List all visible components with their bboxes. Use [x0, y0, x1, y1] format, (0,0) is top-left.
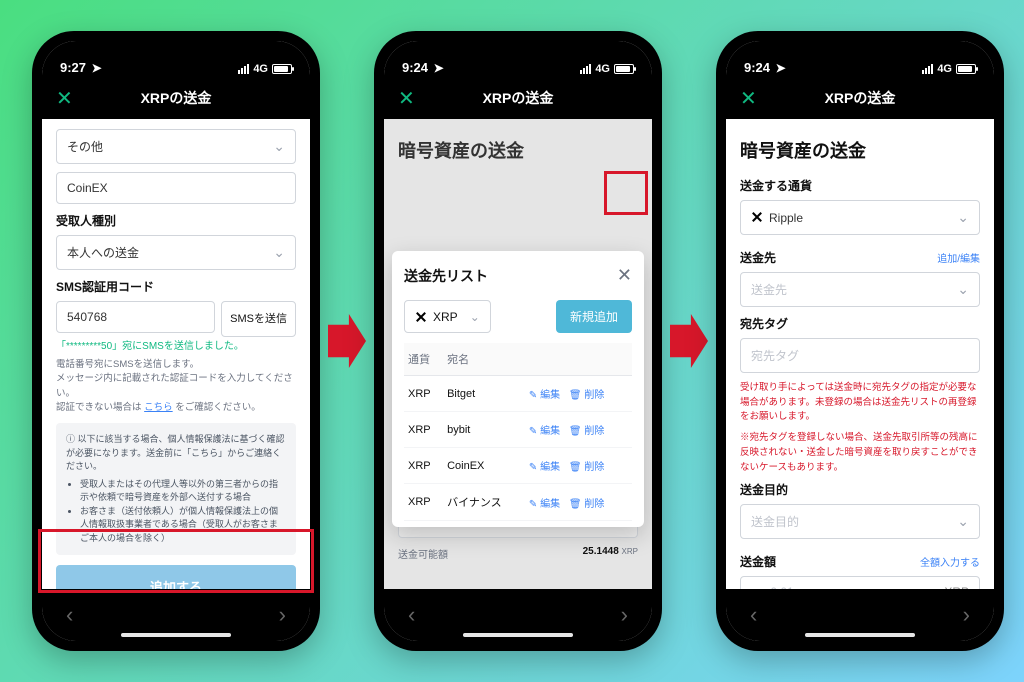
tutorial-stage: 9:27 ➤ 4G ✕ XRPの送金 その他 CoinEX 受取人種別 本人への… — [0, 0, 1024, 682]
nav-bar: ✕ XRPの送金 — [42, 77, 310, 119]
back-icon[interactable]: ‹ — [750, 602, 757, 628]
signal-icon — [238, 64, 249, 74]
sms-label: SMS認証用コード — [56, 278, 296, 295]
available-label: 送金可能額 — [398, 546, 448, 561]
close-icon[interactable]: ✕ — [398, 86, 415, 111]
fill-all-link[interactable]: 全額入力する — [920, 554, 980, 569]
currency-select[interactable]: Ripple — [740, 200, 980, 235]
table-row[interactable]: XRPBitget✎ 編集 🗑 削除 — [404, 376, 632, 412]
exchange-input[interactable]: CoinEX — [56, 172, 296, 204]
table-row[interactable]: XRPCoinEX✎ 編集 🗑 削除 — [404, 448, 632, 484]
currency-filter[interactable]: XRP — [404, 300, 491, 333]
delete-link[interactable]: 🗑 削除 — [569, 499, 604, 510]
amount-label: 送金額 — [740, 553, 776, 570]
modal-close-icon[interactable]: ✕ — [617, 265, 632, 286]
sms-code-input[interactable]: 540768 — [56, 301, 215, 333]
col-name: 宛名 — [443, 343, 523, 376]
recipient-label: 受取人種別 — [56, 212, 296, 229]
phone-3: 9:24 ➤ 4G ✕ XRPの送金 暗号資産の送金 送金する通貨 Ripple… — [716, 31, 1004, 651]
home-indicator — [121, 633, 231, 637]
page-title: XRPの送金 — [483, 88, 554, 108]
sms-help: 電話番号宛にSMSを送信します。 メッセージ内に記載された認証コードを入力してく… — [56, 358, 296, 415]
nav-bar: ✕ XRPの送金 — [726, 77, 994, 119]
edit-link[interactable]: ✎ 編集 — [529, 426, 560, 437]
edit-link[interactable]: ✎ 編集 — [529, 390, 560, 401]
edit-link[interactable]: ✎ 編集 — [529, 462, 560, 473]
amount-input[interactable]: ex. 0.01XRP — [740, 576, 980, 589]
location-icon: ➤ — [776, 61, 786, 75]
page-title: XRPの送金 — [825, 88, 896, 108]
sms-help-link[interactable]: こちら — [144, 402, 173, 413]
table-row[interactable]: XRPbybit✎ 編集 🗑 削除 — [404, 412, 632, 448]
phone-1: 9:27 ➤ 4G ✕ XRPの送金 その他 CoinEX 受取人種別 本人への… — [32, 31, 320, 651]
arrow-2 — [670, 314, 708, 368]
home-indicator — [805, 633, 915, 637]
delete-link[interactable]: 🗑 削除 — [569, 426, 604, 437]
forward-icon[interactable]: › — [279, 602, 286, 628]
back-icon[interactable]: ‹ — [408, 602, 415, 628]
arrow-1 — [328, 314, 366, 368]
new-destination-button[interactable]: 新規追加 — [556, 300, 632, 333]
back-icon[interactable]: ‹ — [66, 602, 73, 628]
home-indicator — [463, 633, 573, 637]
info-box: ⓘ 以下に該当する場合、個人情報保護法に基づく確認が必要になります。送金前に「こ… — [56, 423, 296, 555]
section-title: 暗号資産の送金 — [398, 137, 638, 163]
close-icon[interactable]: ✕ — [56, 86, 73, 111]
tag-input[interactable]: 宛先タグ — [740, 338, 980, 373]
col-currency: 通貨 — [404, 343, 443, 376]
battery-icon — [272, 64, 292, 74]
destination-label: 送金先 — [740, 249, 776, 266]
edit-link[interactable]: ✎ 編集 — [529, 499, 560, 510]
delete-link[interactable]: 🗑 削除 — [569, 390, 604, 401]
delete-link[interactable]: 🗑 削除 — [569, 462, 604, 473]
xrp-icon — [415, 311, 427, 323]
destination-edit-link[interactable]: 追加/編集 — [937, 250, 980, 265]
tag-warning-1: 受け取り手によっては送金時に宛先タグの指定が必要な場合があります。未登録の場合は… — [740, 381, 980, 425]
sms-sent-note: 「*********50」宛にSMSを送信しました。 — [56, 337, 296, 352]
battery-icon — [956, 64, 976, 74]
page-title: XRPの送金 — [141, 88, 212, 108]
forward-icon[interactable]: › — [621, 602, 628, 628]
currency-label: 送金する通貨 — [740, 177, 980, 194]
nav-bar: ✕ XRPの送金 — [384, 77, 652, 119]
destination-list-modal: 送金先リスト ✕ XRP 新規追加 通貨 宛名 XRPBitget✎ 編集 � — [392, 251, 644, 527]
xrp-icon — [751, 211, 763, 223]
destination-select[interactable]: 送金先 — [740, 272, 980, 307]
forward-icon[interactable]: › — [963, 602, 970, 628]
other-select[interactable]: その他 — [56, 129, 296, 164]
signal-icon — [580, 64, 591, 74]
close-icon[interactable]: ✕ — [740, 86, 757, 111]
add-button[interactable]: 追加する — [56, 565, 296, 589]
location-icon: ➤ — [92, 61, 102, 75]
destination-table: 通貨 宛名 XRPBitget✎ 編集 🗑 削除XRPbybit✎ 編集 🗑 削… — [404, 343, 632, 521]
modal-title: 送金先リスト — [404, 266, 488, 286]
table-row[interactable]: XRPバイナンス✎ 編集 🗑 削除 — [404, 484, 632, 521]
info-link[interactable]: こちら — [191, 448, 218, 458]
purpose-label: 送金目的 — [740, 481, 980, 498]
purpose-select[interactable]: 送金目的 — [740, 504, 980, 539]
tag-label: 宛先タグ — [740, 315, 980, 332]
signal-icon — [922, 64, 933, 74]
recipient-select[interactable]: 本人への送金 — [56, 235, 296, 270]
phone-2: 9:24 ➤ 4G ✕ XRPの送金 暗号資産の送金 送金額 全額入力する ex… — [374, 31, 662, 651]
section-title: 暗号資産の送金 — [740, 137, 980, 163]
tag-warning-2: ※宛先タグを登録しない場合、送金先取引所等の残高に反映されない・送金した暗号資産… — [740, 431, 980, 475]
send-sms-button[interactable]: SMSを送信 — [221, 301, 296, 337]
battery-icon — [614, 64, 634, 74]
location-icon: ➤ — [434, 61, 444, 75]
